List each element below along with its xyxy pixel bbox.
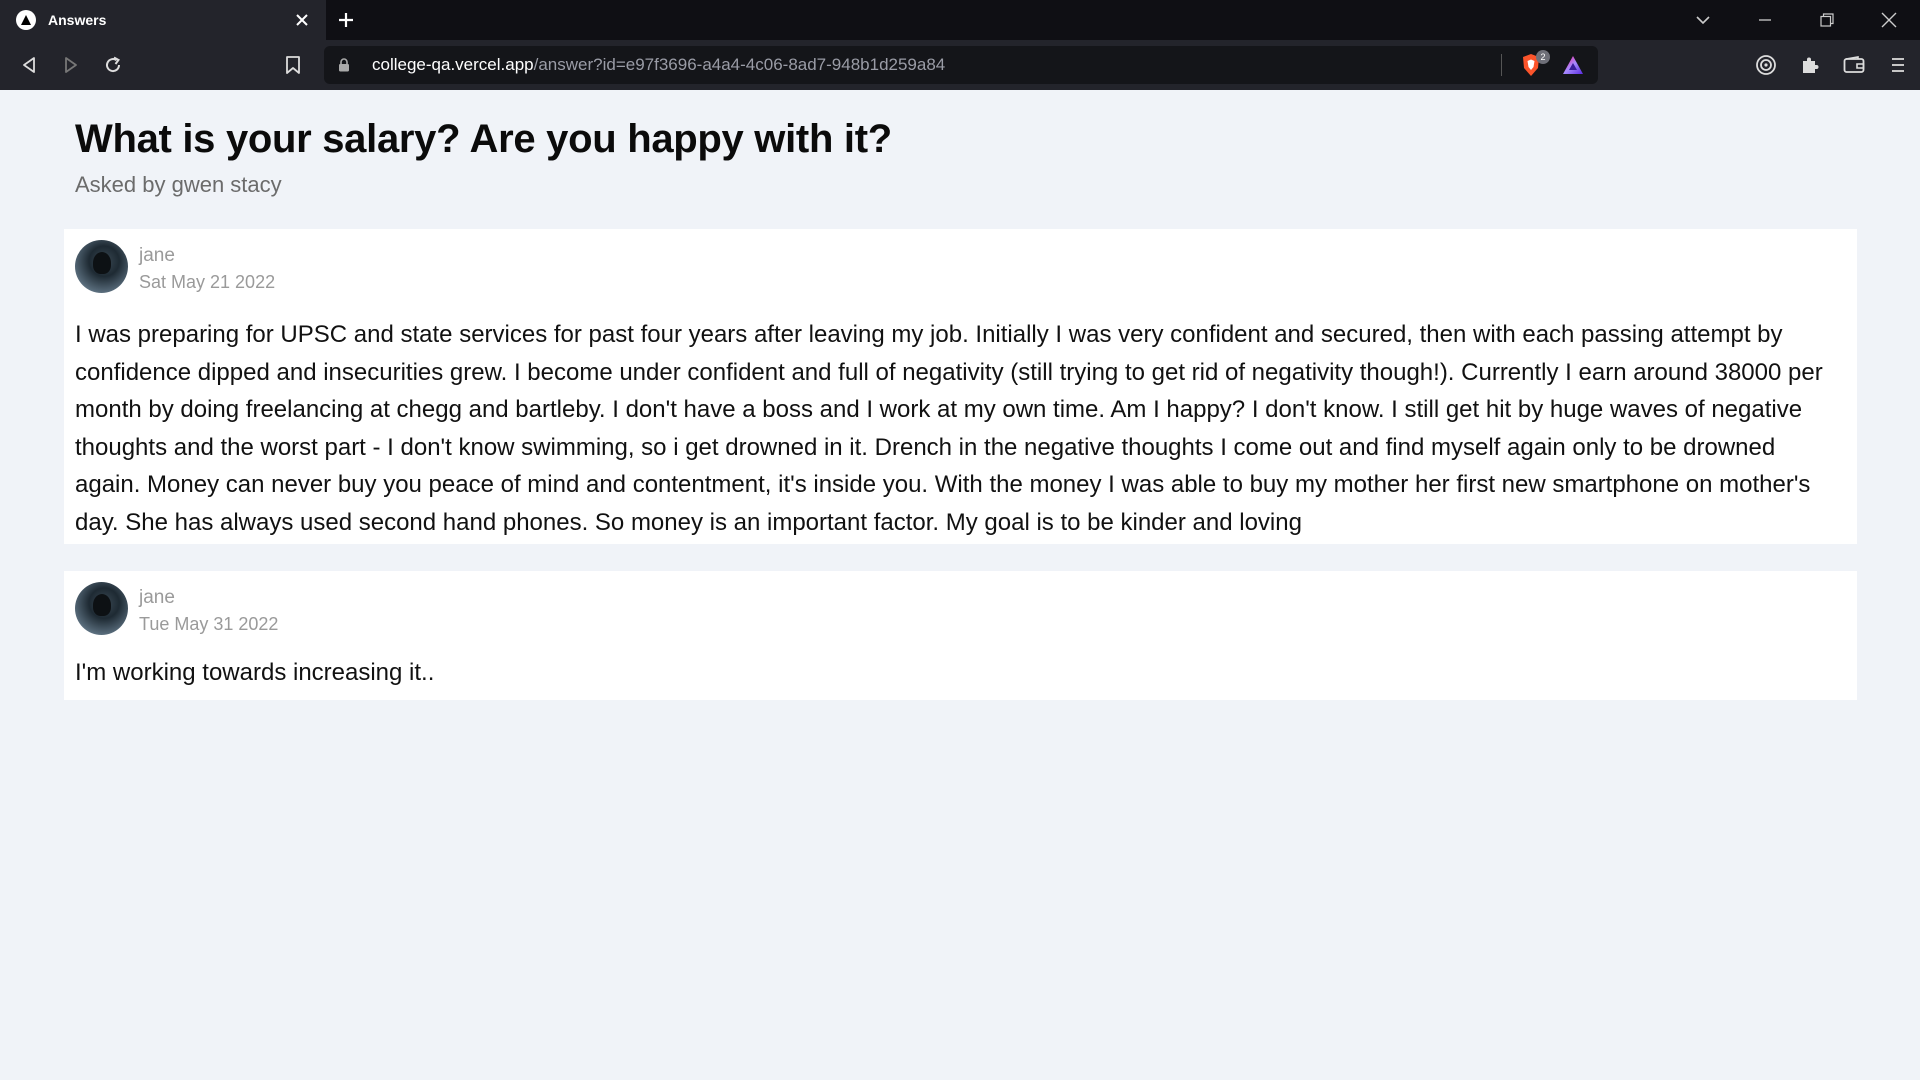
browser-toolbar: college-qa.vercel.app /answer?id=e97f369… [0, 40, 1920, 90]
menu-icon[interactable] [1876, 43, 1920, 87]
tab-strip: Answers [0, 0, 1920, 40]
author-name[interactable]: jane [139, 585, 278, 611]
new-tab-button[interactable] [326, 0, 366, 40]
answer-header: jane Tue May 31 2022 [75, 582, 1846, 637]
address-bar-actions: 2 [1501, 46, 1586, 84]
close-icon[interactable] [290, 8, 314, 32]
answer-card: jane Sat May 21 2022 I was preparing for… [64, 229, 1857, 544]
lock-icon[interactable] [338, 58, 362, 72]
brave-rewards-triangle-icon[interactable] [1560, 51, 1586, 79]
brave-shield-icon[interactable]: 2 [1518, 50, 1550, 79]
answer-date: Sat May 21 2022 [139, 272, 276, 292]
window-controls [1672, 0, 1920, 40]
avatar[interactable] [75, 240, 128, 293]
divider [1501, 54, 1502, 76]
page-content: What is your salary? Are you happy with … [0, 90, 1920, 1080]
wallet-icon[interactable] [1832, 43, 1876, 87]
vpn-target-icon[interactable] [1744, 43, 1788, 87]
restore-icon[interactable] [1796, 0, 1858, 40]
url-host: college-qa.vercel.app [372, 55, 534, 74]
answer-text: I was preparing for UPSC and state servi… [75, 321, 1823, 536]
author-meta: jane Tue May 31 2022 [139, 582, 278, 637]
vercel-triangle-icon [16, 10, 36, 30]
url-path: /answer?id=e97f3696-a4a4-4c06-8ad7-948b1… [533, 55, 946, 74]
answer-card: jane Tue May 31 2022 I'm working towards… [64, 571, 1857, 700]
answer-header: jane Sat May 21 2022 [75, 240, 1846, 295]
bookmark-icon[interactable] [272, 44, 314, 86]
shield-count-badge: 2 [1536, 50, 1550, 64]
author-meta: jane Sat May 21 2022 [139, 240, 275, 295]
minimize-icon[interactable] [1734, 0, 1796, 40]
close-window-icon[interactable] [1858, 0, 1920, 40]
back-icon[interactable] [8, 44, 50, 86]
toolbar-right [1744, 40, 1920, 90]
question-title: What is your salary? Are you happy with … [75, 117, 892, 161]
answer-date: Tue May 31 2022 [139, 614, 279, 634]
tab-search-chevron-down-icon[interactable] [1672, 0, 1734, 40]
tab-title: Answers [48, 12, 107, 28]
forward-icon[interactable] [50, 44, 92, 86]
asked-by: Asked by gwen stacy [75, 172, 282, 197]
avatar[interactable] [75, 582, 128, 635]
author-name[interactable]: jane [139, 243, 275, 269]
tab-answers[interactable]: Answers [0, 0, 326, 40]
answer-text: I'm working towards increasing it.. [75, 659, 435, 686]
extensions-puzzle-icon[interactable] [1788, 43, 1832, 87]
reload-icon[interactable] [92, 44, 134, 86]
address-bar[interactable]: college-qa.vercel.app /answer?id=e97f369… [324, 46, 1598, 84]
